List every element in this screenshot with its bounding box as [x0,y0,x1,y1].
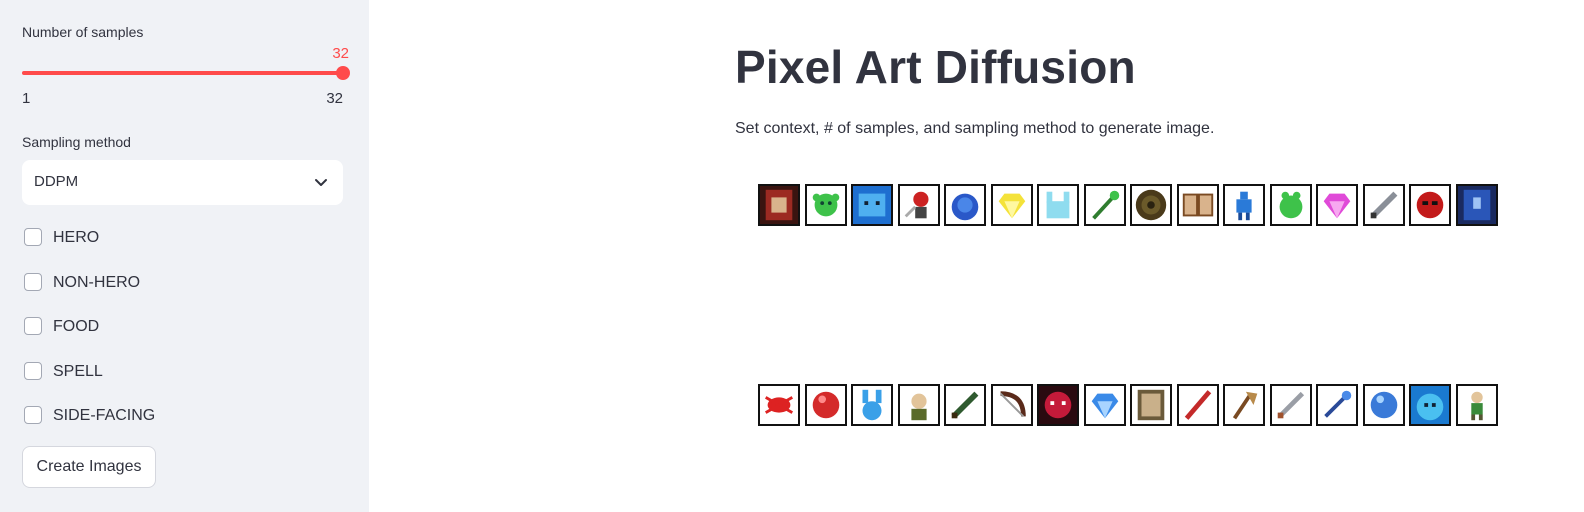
generated-image-tile [1455,184,1498,226]
checkbox-food[interactable]: FOOD [22,315,322,339]
pink-gem-icon [1318,186,1356,224]
bald-hero-icon [899,386,938,424]
water-creature-icon [853,186,891,224]
generated-image-tile [990,384,1033,426]
generated-image-tile [944,384,986,426]
samples-slider-value: 32 [332,45,349,62]
red-staff-icon [1178,386,1217,424]
samples-label: Number of samples [22,24,144,40]
page-subtitle: Set context, # of samples, and sampling … [735,120,1215,137]
dark-monster-icon [1039,386,1077,424]
generated-image-tile [804,184,847,226]
generated-image-tile [1037,384,1079,426]
checkbox-food-box[interactable] [24,317,42,335]
generated-image-tile [1409,184,1451,226]
checkbox-side-facing-label: SIDE-FACING [53,407,156,424]
blue-book-icon [1457,186,1496,224]
staff-icon [1085,186,1124,224]
wooden-sword-icon [946,386,984,424]
generated-image-tile [1176,384,1219,426]
tome-icon [1132,386,1170,424]
blue-gem-icon [1085,386,1124,424]
samples-slider-track[interactable] [22,71,343,75]
sampling-method-label: Sampling method [22,134,131,150]
slime-icon [806,186,845,224]
blue-wand-icon [1318,386,1356,424]
generated-image-tile [851,184,893,226]
sword-icon [1364,186,1403,224]
checkbox-hero[interactable]: HERO [22,226,322,250]
generated-image-tile [1362,184,1405,226]
blue-slime-icon [1411,386,1449,424]
sampling-method-value: DDPM [34,173,79,190]
green-hero-icon [1457,386,1496,424]
generated-image-tile [1223,184,1265,226]
generated-image-tile [1316,384,1358,426]
sidebar: Number of samples 32 1 32 Sampling metho… [0,0,369,512]
generated-image-tile [990,184,1033,226]
blue-hero-icon [1225,186,1263,224]
open-book-icon [1178,186,1217,224]
checkbox-food-label: FOOD [53,318,100,335]
yellow-gem-icon [992,186,1031,224]
generated-image-tile [944,184,986,226]
page-title: Pixel Art Diffusion [735,41,1136,93]
generated-image-tile [1037,184,1079,226]
generated-image-tile [897,384,940,426]
generated-image-tile [758,384,800,426]
checkbox-hero-label: HERO [53,229,100,246]
chevron-down-icon [315,179,327,186]
create-images-button[interactable]: Create Images [22,446,156,488]
red-orb-icon [806,386,845,424]
generated-image-tile [1269,184,1312,226]
red-mask-icon [1411,186,1449,224]
dagger-icon [1271,386,1310,424]
ghost-bunny-icon [1039,186,1077,224]
generated-image-tile [1362,384,1405,426]
blue-orb-icon [1364,386,1403,424]
samples-slider-thumb[interactable] [336,66,350,80]
generated-images-row-2 [758,384,1498,426]
sampling-method-select[interactable]: DDPM [22,160,343,205]
checkbox-spell[interactable]: SPELL [22,360,322,384]
frog-icon [1271,186,1310,224]
book-icon [760,186,798,224]
generated-image-tile [804,384,847,426]
checkbox-spell-label: SPELL [53,363,103,380]
main-content: Pixel Art Diffusion Set context, # of sa… [369,0,1584,512]
checkbox-hero-box[interactable] [24,228,42,246]
axe-icon [1225,386,1263,424]
bow-icon [992,386,1031,424]
generated-image-tile [1223,384,1265,426]
checkbox-side-facing-box[interactable] [24,406,42,424]
checkbox-non-hero-box[interactable] [24,273,42,291]
generated-image-tile [1083,384,1126,426]
generated-image-tile [1316,184,1358,226]
generated-image-tile [1176,184,1219,226]
generated-image-tile [1130,384,1172,426]
shield-icon [1132,186,1170,224]
checkbox-spell-box[interactable] [24,362,42,380]
checkbox-non-hero[interactable]: NON-HERO [22,271,322,295]
generated-image-tile [1269,384,1312,426]
generated-image-tile [851,384,893,426]
samples-slider-max: 32 [326,90,343,107]
generated-image-tile [758,184,800,226]
checkbox-non-hero-label: NON-HERO [53,274,141,291]
generated-image-tile [1083,184,1126,226]
warrior-icon [899,186,938,224]
generated-images-row-1 [758,184,1498,226]
generated-image-tile [897,184,940,226]
blue-bunny-icon [853,386,891,424]
generated-image-tile [1130,184,1172,226]
generated-image-tile [1409,384,1451,426]
generated-image-tile [1455,384,1498,426]
samples-slider-min: 1 [22,90,31,107]
blue-blob-icon [946,186,984,224]
checkbox-side-facing[interactable]: SIDE-FACING [22,404,322,428]
red-bug-icon [760,386,798,424]
